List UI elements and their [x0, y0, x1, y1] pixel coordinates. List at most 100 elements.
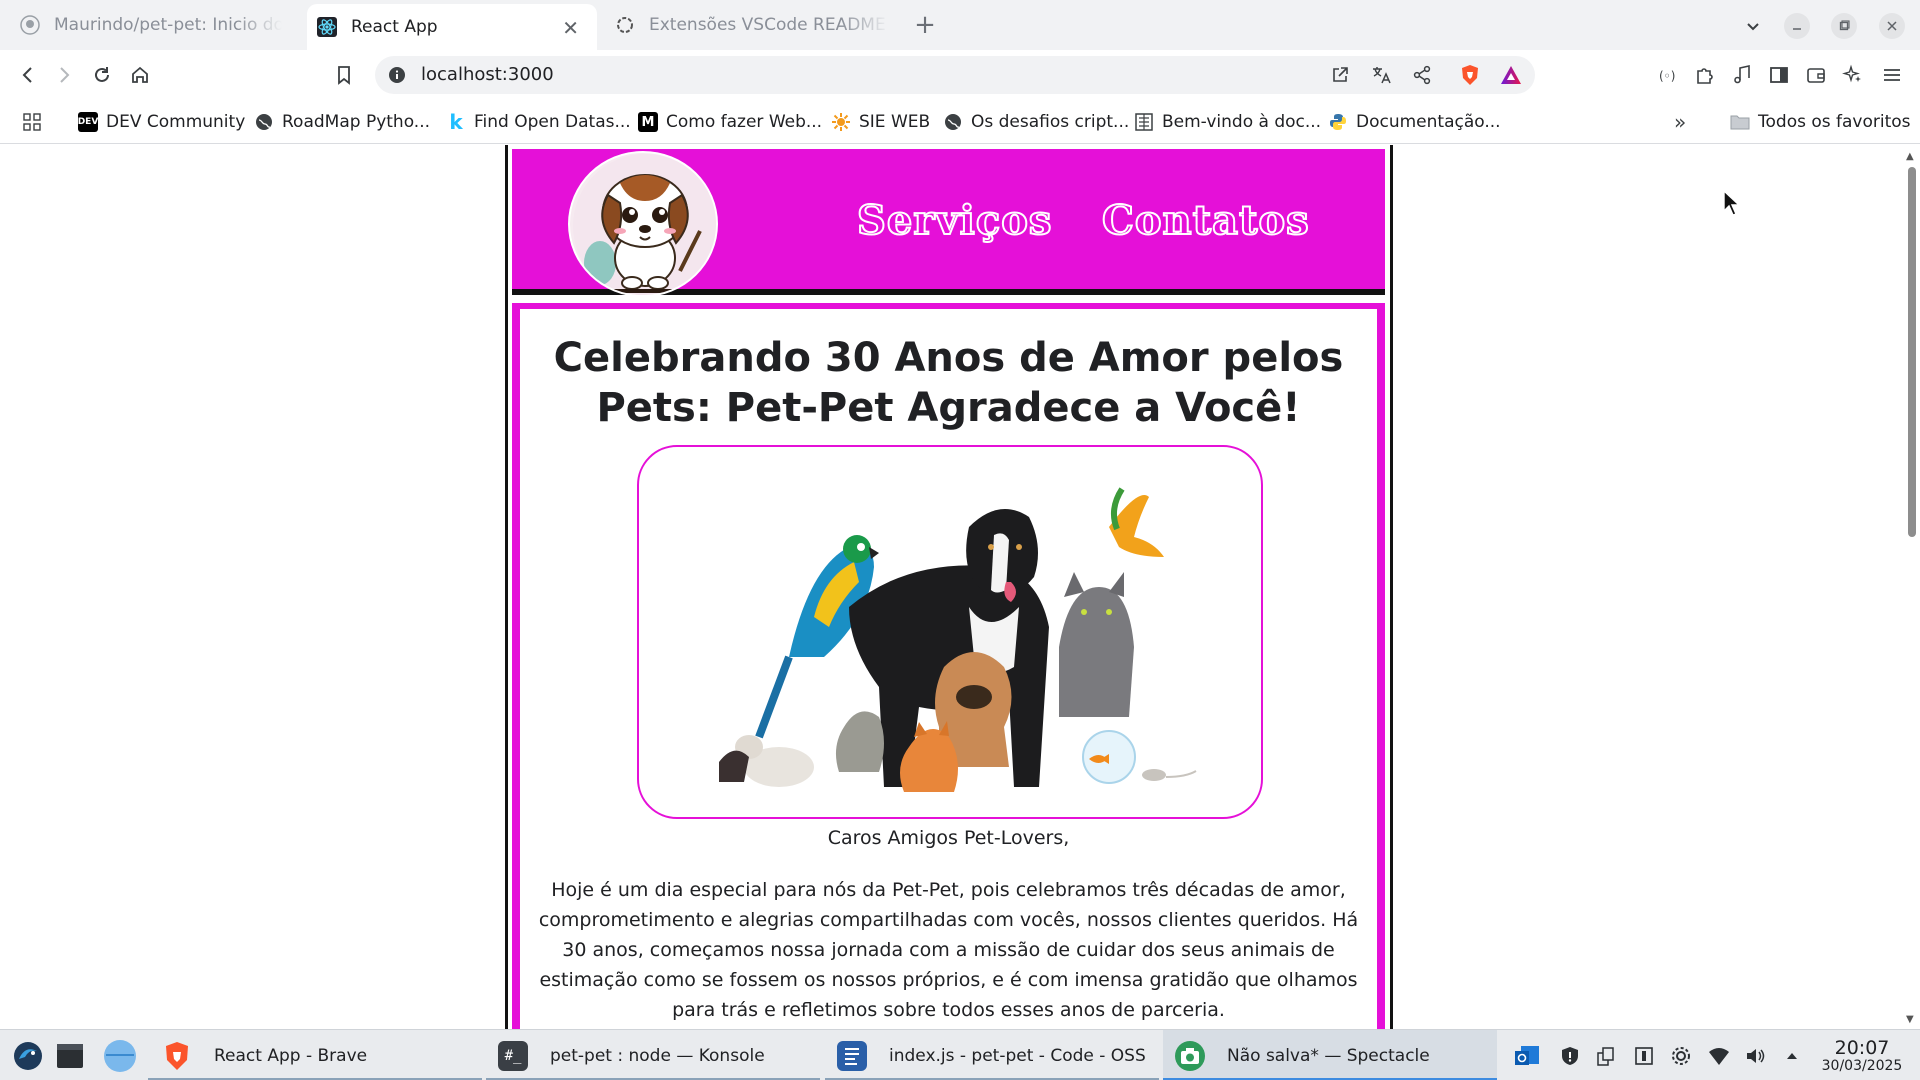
site-info-icon[interactable] — [387, 65, 407, 85]
close-window-icon[interactable] — [1879, 13, 1905, 39]
back-arrow-icon[interactable] — [14, 61, 42, 89]
greeting-text: Caros Amigos Pet-Lovers, — [827, 827, 1070, 849]
bookmark-documentacao-python[interactable]: Documentação... — [1328, 108, 1501, 136]
document-icon — [1134, 112, 1154, 132]
brave-shields-icon[interactable] — [1459, 64, 1481, 86]
minimize-window-icon[interactable] — [1784, 13, 1810, 39]
bookmark-como-fazer-web[interactable]: M Como fazer Web... — [638, 108, 822, 136]
browser-tab-strip: Maurindo/pet-pet: Inicio do projeto Reac… — [0, 0, 1920, 50]
browser-toolbar: localhost:3000 (◦) — [0, 50, 1920, 100]
page-viewport: Serviços Contatos Celebrando 30 Anos de … — [0, 145, 1920, 1029]
code-oss-icon — [837, 1040, 867, 1071]
new-tab-button[interactable]: + — [910, 10, 940, 40]
tab-extensoes-vscode[interactable]: Extensões VSCode README GitHub — [615, 0, 890, 50]
sie-sun-icon — [831, 112, 851, 132]
volume-tray-icon[interactable] — [1743, 1044, 1767, 1068]
task-react-app-brave[interactable]: React App - Brave — [148, 1030, 482, 1080]
bookmark-label: DEV Community — [106, 112, 246, 132]
task-label: pet-pet : node — Konsole — [550, 1045, 765, 1066]
menu-hamburger-icon[interactable] — [1878, 61, 1906, 89]
wifi-tray-icon[interactable] — [1707, 1044, 1731, 1068]
bookmark-label: Find Open Datas... — [474, 112, 631, 132]
kaggle-icon: k — [449, 110, 463, 134]
python-icon — [1328, 112, 1348, 132]
url-text[interactable]: localhost:3000 — [421, 64, 554, 85]
folder-icon — [1730, 112, 1750, 132]
app-launcher-icon[interactable] — [12, 1040, 44, 1072]
hero-image-pets — [637, 445, 1263, 819]
cartoon-puppy-image — [573, 154, 716, 295]
tab-search-icon[interactable]: (◦) — [1654, 61, 1682, 89]
maximize-window-icon[interactable] — [1831, 13, 1857, 39]
all-favorites-folder[interactable]: Todos os favoritos — [1730, 108, 1911, 136]
bookmark-sie-web[interactable]: SIE WEB — [831, 108, 930, 136]
outlook-tray-icon[interactable] — [1512, 1042, 1542, 1070]
task-label: index.js - pet-pet - Code - OSS — [889, 1045, 1146, 1066]
tab-github-pet-pet[interactable]: Maurindo/pet-pet: Inicio do projeto — [20, 0, 282, 50]
open-external-icon[interactable] — [1329, 64, 1351, 86]
file-manager-icon[interactable] — [102, 1039, 138, 1073]
brave-rewards-icon[interactable] — [1500, 64, 1522, 86]
settings-gear-tray-icon[interactable] — [1669, 1044, 1693, 1068]
bookmark-icon[interactable] — [330, 61, 358, 89]
bookmark-roadmap-python[interactable]: RoadMap Pytho... — [254, 108, 430, 136]
forward-arrow-icon[interactable] — [50, 61, 78, 89]
bookmark-dev-community[interactable]: DEV DEV Community — [78, 108, 245, 136]
home-icon[interactable] — [126, 61, 154, 89]
dev-logo-icon: DEV — [78, 112, 98, 132]
nav-link-servicos[interactable]: Serviços — [856, 196, 1052, 245]
tab-list-chevron-icon[interactable] — [1740, 13, 1766, 39]
bookmark-label: Documentação... — [1356, 112, 1501, 132]
pause-media-tray-icon[interactable] — [1632, 1044, 1656, 1068]
globe-icon — [943, 112, 963, 132]
clock-time[interactable]: 20:07 — [1822, 1037, 1902, 1059]
terminal-launcher-icon[interactable] — [55, 1041, 85, 1071]
media-music-icon[interactable] — [1728, 61, 1756, 89]
bookmark-label: SIE WEB — [859, 112, 931, 132]
pet-pet-logo[interactable] — [568, 151, 718, 297]
mouse-cursor-icon — [1723, 189, 1741, 216]
reload-icon[interactable] — [88, 61, 116, 89]
openai-icon — [615, 15, 635, 35]
leo-ai-icon[interactable] — [1839, 61, 1867, 89]
globe-icon — [254, 112, 274, 132]
site-header: Serviços Contatos — [512, 149, 1385, 297]
bookmark-bem-vindo-doc[interactable]: Bem-vindo à doc... — [1134, 108, 1321, 136]
translate-icon[interactable] — [1370, 64, 1392, 86]
tab-label: React App — [351, 17, 438, 37]
page-headline: Celebrando 30 Anos de Amor pelos Pets: P… — [553, 335, 1344, 431]
bookmark-os-desafios-cript[interactable]: Os desafios cript... — [943, 108, 1129, 136]
bookmark-find-open-datasets[interactable]: k Find Open Datas... — [446, 108, 631, 136]
extensions-puzzle-icon[interactable] — [1691, 61, 1719, 89]
apps-grid-icon[interactable] — [20, 110, 44, 134]
sidebar-toggle-icon[interactable] — [1765, 61, 1793, 89]
tab-react-app[interactable]: React App ✕ — [307, 4, 597, 50]
wallet-icon[interactable] — [1802, 61, 1830, 89]
scroll-thumb[interactable] — [1908, 167, 1916, 537]
task-label: Não salva* — Spectacle — [1227, 1045, 1430, 1066]
tray-expand-arrow-icon[interactable] — [1780, 1044, 1804, 1068]
bookmark-label: Como fazer Web... — [666, 112, 823, 132]
task-konsole[interactable]: #_ pet-pet : node — Konsole — [486, 1030, 820, 1080]
page-scrollbar[interactable]: ▲ ▼ — [1902, 145, 1920, 1029]
pets-group-illustration — [719, 487, 1197, 792]
bookmarks-more-chevron[interactable]: » — [1674, 108, 1686, 136]
clipboard-tray-icon[interactable] — [1594, 1044, 1618, 1068]
address-bar[interactable]: localhost:3000 — [375, 56, 1535, 94]
tab-label: Extensões VSCode README GitHub — [649, 15, 889, 35]
clock-date[interactable]: 30/03/2025 — [1812, 1058, 1912, 1074]
main-content: Celebrando 30 Anos de Amor pelos Pets: P… — [512, 303, 1385, 1029]
github-icon — [20, 15, 40, 35]
nav-link-contatos[interactable]: Contatos — [1101, 196, 1310, 245]
task-code-oss[interactable]: index.js - pet-pet - Code - OSS — [825, 1030, 1159, 1080]
bookmark-label: Bem-vindo à doc... — [1162, 112, 1322, 132]
close-tab-icon[interactable]: ✕ — [562, 16, 579, 40]
task-spectacle[interactable]: Não salva* — Spectacle — [1163, 1030, 1497, 1080]
spectacle-camera-icon — [1175, 1040, 1205, 1071]
share-icon[interactable] — [1411, 64, 1433, 86]
bookmarks-bar: DEV DEV Community RoadMap Pytho... k Fin… — [0, 100, 1920, 144]
scroll-down-arrow-icon[interactable]: ▼ — [1906, 1014, 1914, 1025]
security-shield-tray-icon[interactable] — [1558, 1044, 1582, 1068]
scroll-up-arrow-icon[interactable]: ▲ — [1906, 151, 1914, 162]
task-label: React App - Brave — [214, 1045, 368, 1066]
